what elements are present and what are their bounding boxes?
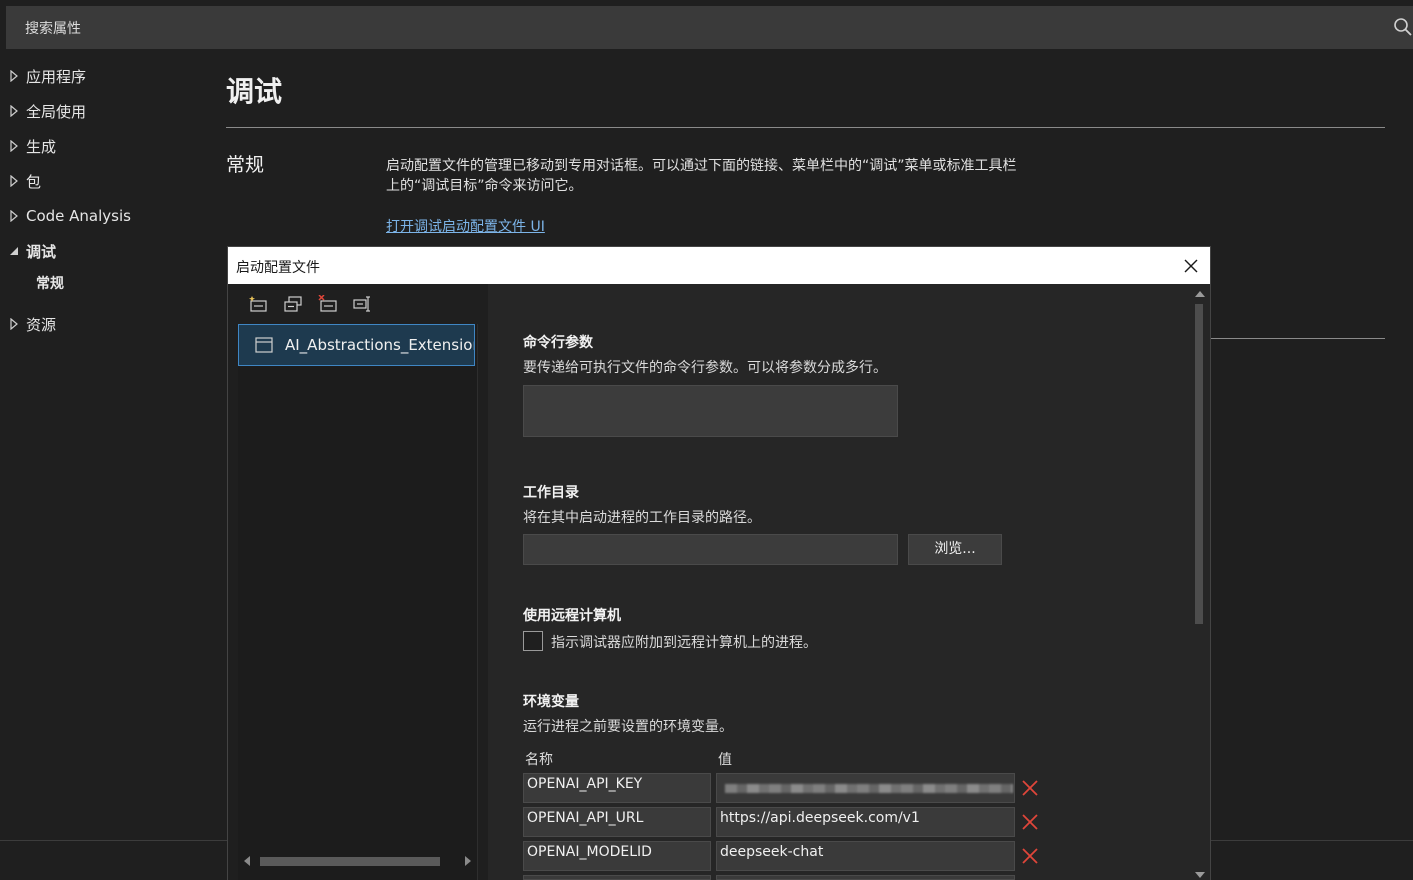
env-name-cell[interactable]: OPENAI_MODELID	[523, 841, 711, 871]
working-dir-desc: 将在其中启动进程的工作目录的路径。	[523, 510, 761, 526]
page-title: 调试	[226, 75, 283, 108]
env-name-cell[interactable]: OPENAI_API_URL	[523, 807, 711, 837]
env-value-cell[interactable]	[716, 773, 1015, 803]
nav-item-build[interactable]: 生成	[0, 132, 200, 160]
env-col-value: 值	[718, 752, 732, 768]
expand-arrow-icon[interactable]	[9, 70, 19, 82]
env-value-cell[interactable]	[716, 875, 1015, 880]
nav-subitem-general[interactable]: 常规	[36, 273, 64, 293]
divider	[226, 127, 1385, 128]
dialog-titlebar: 启动配置文件	[228, 247, 1210, 284]
scroll-up-icon[interactable]	[1195, 291, 1205, 297]
env-name-cell[interactable]: OPENAI_API_KEY	[523, 773, 711, 803]
search-bar[interactable]: 搜索属性	[6, 6, 1413, 49]
nav-item-debug[interactable]: 调试	[0, 237, 200, 265]
collapse-arrow-icon[interactable]	[9, 245, 19, 257]
nav-item-package[interactable]: 包	[0, 167, 200, 195]
remote-title: 使用远程计算机	[523, 608, 621, 624]
env-name-cell[interactable]	[523, 875, 711, 880]
remote-checkbox[interactable]	[523, 631, 543, 651]
delete-icon[interactable]	[1021, 847, 1039, 865]
scroll-right-icon[interactable]	[465, 856, 471, 866]
scroll-left-icon[interactable]	[244, 856, 250, 866]
scroll-down-icon[interactable]	[1195, 872, 1205, 878]
search-input[interactable]: 搜索属性	[25, 18, 81, 38]
divider	[1210, 338, 1385, 339]
profile-window-icon	[255, 337, 273, 353]
nav-item-label: 应用程序	[26, 67, 87, 86]
remote-checkbox-label: 指示调试器应附加到远程计算机上的进程。	[551, 635, 817, 651]
nav-item-resources[interactable]: 资源	[0, 310, 200, 338]
env-title: 环境变量	[523, 694, 579, 710]
search-icon[interactable]	[1393, 17, 1413, 37]
nav-item-label: Code Analysis	[26, 207, 131, 225]
profile-name: AI_Abstractions_Extensions	[285, 336, 475, 354]
section-description: 启动配置文件的管理已移动到专用对话框。可以通过下面的链接、菜单栏中的“调试”菜单…	[386, 158, 1017, 194]
scroll-thumb[interactable]	[1195, 304, 1203, 624]
nav-item-label: 资源	[26, 315, 57, 334]
list-item[interactable]: AI_Abstractions_Extensions	[238, 324, 475, 366]
nav-item-global-usings[interactable]: 全局使用	[0, 97, 200, 125]
close-icon[interactable]	[1180, 255, 1202, 277]
expand-arrow-icon[interactable]	[9, 210, 19, 222]
horizontal-scrollbar[interactable]	[238, 854, 477, 868]
nav-item-code-analysis[interactable]: Code Analysis	[0, 202, 200, 230]
browse-button[interactable]: 浏览...	[908, 534, 1002, 565]
profile-settings-panel: 命令行参数 要传递给可执行文件的命令行参数。可以将参数分成多行。 工作目录 将在…	[488, 284, 1190, 880]
env-desc: 运行进程之前要设置的环境变量。	[523, 719, 733, 735]
new-profile-icon[interactable]	[248, 295, 268, 313]
delete-icon[interactable]	[1021, 779, 1039, 797]
nav-item-label: 生成	[26, 137, 57, 156]
expand-arrow-icon[interactable]	[9, 318, 19, 330]
working-dir-input[interactable]	[523, 534, 898, 565]
scroll-thumb[interactable]	[260, 857, 440, 866]
command-args-desc: 要传递给可执行文件的命令行参数。可以将参数分成多行。	[523, 360, 887, 376]
expand-arrow-icon[interactable]	[9, 175, 19, 187]
env-col-name: 名称	[525, 752, 553, 768]
nav-item-label: 调试	[26, 242, 57, 261]
nav-item-label: 全局使用	[26, 102, 87, 121]
command-args-input[interactable]	[523, 385, 898, 437]
expand-arrow-icon[interactable]	[9, 105, 19, 117]
env-value-cell[interactable]: https://api.deepseek.com/v1	[716, 807, 1015, 837]
launch-profiles-dialog: 启动配置文件 AI_Abstractions_Extensions 命令行参数 …	[228, 247, 1210, 880]
nav-item-label: 包	[26, 172, 42, 191]
profiles-list: AI_Abstractions_Extensions	[238, 324, 478, 880]
command-args-title: 命令行参数	[523, 335, 593, 351]
profiles-panel: AI_Abstractions_Extensions	[228, 284, 488, 880]
duplicate-profile-icon[interactable]	[283, 295, 303, 313]
rename-profile-icon[interactable]	[353, 295, 373, 313]
env-value-cell[interactable]: deepseek-chat	[716, 841, 1015, 871]
open-launch-profiles-link[interactable]: 打开调试启动配置文件 UI	[386, 216, 545, 236]
nav-item-application[interactable]: 应用程序	[0, 62, 200, 90]
dialog-title: 启动配置文件	[236, 260, 320, 276]
vertical-scrollbar[interactable]	[1190, 284, 1210, 880]
redacted-value	[725, 784, 1013, 793]
working-dir-title: 工作目录	[523, 485, 579, 501]
expand-arrow-icon[interactable]	[9, 140, 19, 152]
delete-icon[interactable]	[1021, 813, 1039, 831]
section-title: 常规	[226, 154, 265, 176]
delete-profile-icon[interactable]	[318, 295, 338, 313]
